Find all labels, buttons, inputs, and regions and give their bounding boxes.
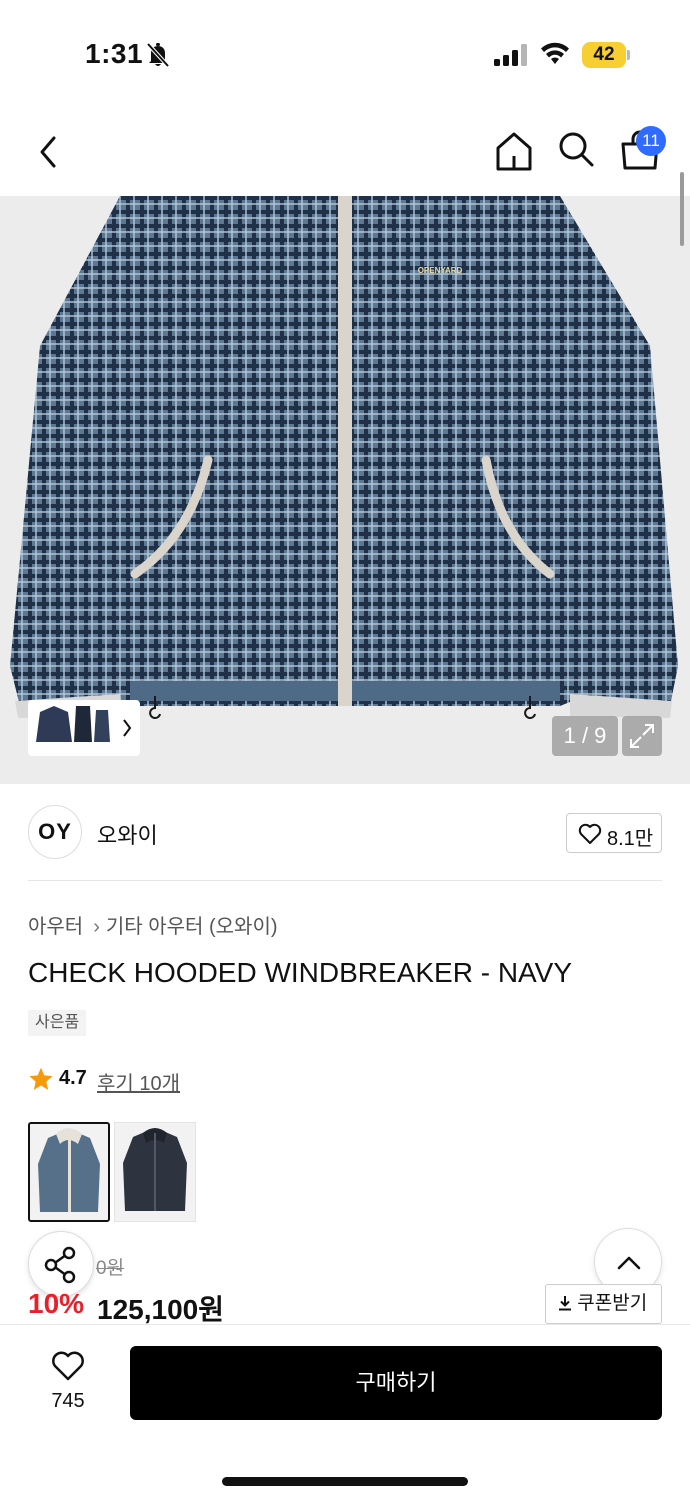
brand-like-button[interactable]: 8.1만 bbox=[566, 813, 662, 853]
rating-score: 4.7 bbox=[59, 1067, 87, 1089]
status-time: 1:31 bbox=[85, 38, 144, 69]
cart-count-badge: 11 bbox=[636, 126, 666, 156]
color-swatch-black[interactable] bbox=[114, 1122, 196, 1222]
download-icon bbox=[559, 1296, 571, 1311]
home-indicator bbox=[222, 1477, 468, 1486]
bell-off-icon bbox=[146, 42, 170, 68]
wifi-icon bbox=[541, 42, 569, 64]
buy-button[interactable]: 구매하기 bbox=[130, 1346, 662, 1420]
expand-icon[interactable] bbox=[622, 716, 662, 756]
coupon-button[interactable]: 쿠폰받기 bbox=[545, 1284, 662, 1324]
breadcrumb-item[interactable]: 아우터 bbox=[28, 910, 83, 939]
back-arrow-icon[interactable] bbox=[30, 130, 68, 174]
wish-count: 745 bbox=[51, 1390, 85, 1412]
chevron-right-icon: › bbox=[93, 916, 100, 938]
breadcrumb: 아우터 › 기타 아우터 (오와이) bbox=[28, 910, 278, 939]
sale-price: 125,100원 bbox=[97, 1294, 224, 1325]
heart-icon[interactable] bbox=[51, 1350, 85, 1382]
brand-like-count: 8.1만 bbox=[607, 828, 654, 850]
product-image[interactable]: OPENYARD bbox=[0, 196, 690, 784]
cellular-signal-icon bbox=[494, 44, 527, 66]
image-counter: 1 / 9 bbox=[552, 716, 618, 756]
brand-logo[interactable]: OY bbox=[28, 805, 82, 859]
page-scrollbar[interactable] bbox=[680, 172, 684, 246]
gift-tag: 사은품 bbox=[28, 1010, 87, 1036]
battery-level: 42 bbox=[582, 42, 626, 68]
heart-icon bbox=[578, 823, 602, 844]
jacket-print: OPENYARD bbox=[418, 266, 463, 275]
discount-rate: 10% bbox=[28, 1288, 85, 1319]
top-nav bbox=[0, 110, 690, 196]
search-icon[interactable] bbox=[556, 128, 596, 170]
jacket-illustration: OPENYARD bbox=[10, 196, 678, 719]
coupon-label: 쿠폰받기 bbox=[577, 1293, 648, 1314]
breadcrumb-item[interactable]: 기타 아우터 (오와이) bbox=[106, 910, 278, 939]
battery-indicator: 42 bbox=[582, 42, 630, 68]
original-price: 0원 bbox=[96, 1258, 125, 1279]
image-thumbnails[interactable] bbox=[28, 700, 140, 756]
color-swatch-navy[interactable] bbox=[28, 1122, 110, 1222]
divider bbox=[28, 880, 662, 881]
star-icon bbox=[29, 1067, 53, 1090]
home-icon[interactable] bbox=[494, 130, 534, 172]
brand-name[interactable]: 오와이 bbox=[97, 818, 158, 850]
status-bar: 1:31 42 bbox=[0, 0, 690, 110]
product-title: CHECK HOODED WINDBREAKER - NAVY bbox=[28, 957, 572, 988]
review-link[interactable]: 후기 10개 bbox=[97, 1067, 180, 1096]
